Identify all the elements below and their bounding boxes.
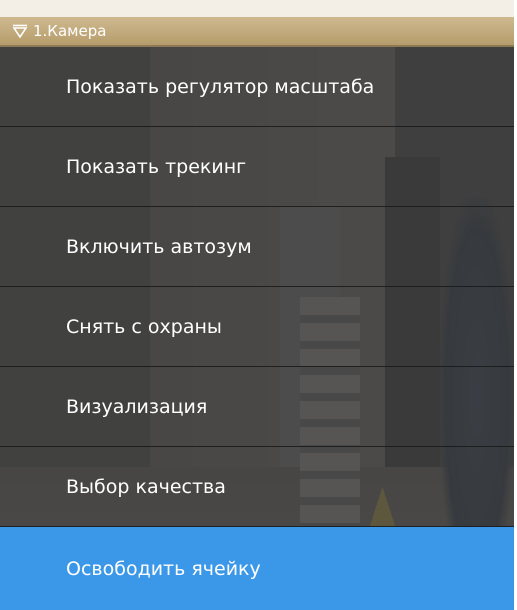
- menu-item-disarm[interactable]: Снять с охраны: [0, 287, 514, 367]
- menu-item-show-tracking[interactable]: Показать трекинг: [0, 127, 514, 207]
- menu-item-label: Снять с охраны: [66, 315, 222, 338]
- top-strip: [0, 0, 514, 17]
- camera-title-bar[interactable]: 1.Камера: [0, 17, 514, 47]
- menu-item-label: Визуализация: [66, 395, 208, 418]
- camera-context-menu: Показать регулятор масштаба Показать тре…: [0, 47, 514, 610]
- menu-item-label: Показать регулятор масштаба: [66, 75, 375, 98]
- camera-window: 1.Камера Показать регулятор масштаба Пок…: [0, 0, 514, 610]
- menu-item-visualization[interactable]: Визуализация: [0, 367, 514, 447]
- menu-item-label: Показать трекинг: [66, 155, 247, 178]
- menu-item-quality-selection[interactable]: Выбор качества: [0, 447, 514, 527]
- filter-triangle-icon[interactable]: [12, 24, 28, 38]
- menu-item-free-cell[interactable]: Освободить ячейку: [0, 527, 514, 610]
- menu-item-show-zoom-control[interactable]: Показать регулятор масштаба: [0, 47, 514, 127]
- menu-item-label: Включить автозум: [66, 235, 252, 258]
- menu-item-label: Освободить ячейку: [66, 557, 261, 580]
- camera-title: 1.Камера: [33, 22, 107, 40]
- menu-item-label: Выбор качества: [66, 475, 226, 498]
- menu-item-enable-autozoom[interactable]: Включить автозум: [0, 207, 514, 287]
